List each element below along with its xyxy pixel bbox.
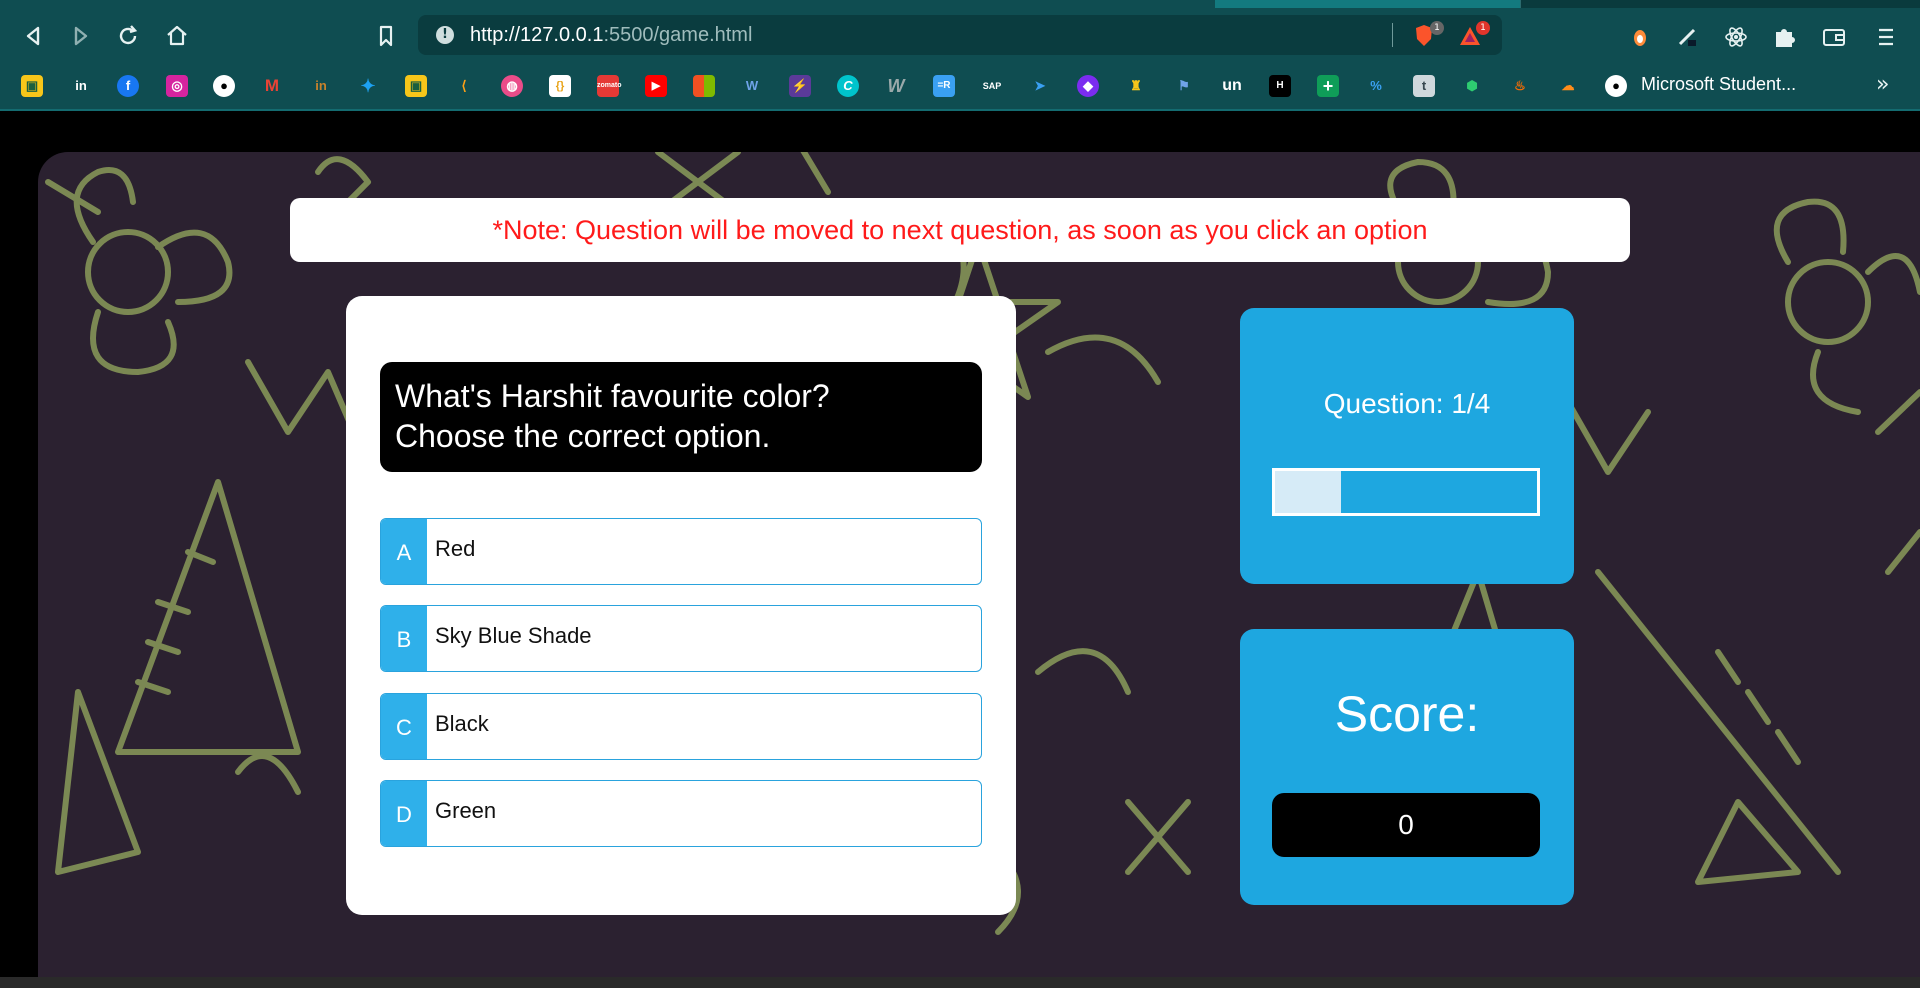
bookmark-plus-icon[interactable]: +	[1317, 75, 1339, 97]
bookmark-canva-icon[interactable]: C	[837, 75, 859, 97]
option-text: Red	[435, 536, 476, 561]
progress-bar	[1272, 468, 1540, 516]
bookmark-linkedin-learning-icon[interactable]: in	[310, 75, 332, 97]
note-banner: *Note: Question will be moved to next qu…	[290, 198, 1630, 262]
option-text: Green	[435, 798, 497, 823]
brave-rewards-count: 1	[1476, 21, 1490, 35]
option-d[interactable]: D Green	[380, 780, 982, 847]
option-prefix: D	[381, 781, 427, 846]
bookmarks-more-button[interactable]: »	[1876, 72, 1889, 97]
react-devtools-icon[interactable]	[1724, 26, 1748, 48]
url-divider	[1392, 23, 1393, 47]
bookmark-cloud-icon[interactable]: ☁	[1557, 75, 1579, 97]
wallet-icon[interactable]	[1822, 26, 1846, 48]
browser-tab[interactable]	[610, 0, 916, 8]
bookmark-unsplash-icon[interactable]: un	[1221, 75, 1243, 97]
browser-tab[interactable]	[915, 0, 1216, 8]
bookmark-facebook-icon[interactable]: f	[117, 75, 139, 97]
question-box: What's Harshit favourite color? Choose t…	[380, 362, 982, 472]
bookmark-youtube-icon[interactable]: ▶	[645, 75, 667, 97]
question-text-line2: Choose the correct option.	[395, 418, 771, 454]
bookmark-json-icon[interactable]: {}	[549, 75, 571, 97]
brave-rewards-icon[interactable]: 1	[1458, 21, 1490, 47]
taskbar-strip	[0, 977, 1920, 988]
question-progress-card: Question: 1/4	[1240, 308, 1574, 584]
bookmark-profile-icon[interactable]: ▣	[405, 75, 427, 97]
bookmark-icon[interactable]	[372, 22, 400, 50]
home-icon[interactable]	[163, 22, 191, 50]
bookmark-microsoft-icon[interactable]	[693, 75, 715, 97]
bookmark-pc-icon[interactable]: %	[1365, 75, 1387, 97]
bookmark-zomato-icon[interactable]: zomato	[597, 75, 622, 97]
address-bar[interactable]: ! http://127.0.0.1:5500/game.html 1 1	[418, 15, 1502, 55]
reload-icon[interactable]	[114, 22, 142, 50]
browser-tab[interactable]	[0, 0, 311, 8]
bookmark-github-student-icon[interactable]: ●	[1605, 75, 1627, 97]
bookmark-linkedin-icon[interactable]: in	[70, 75, 92, 97]
menu-icon[interactable]	[1874, 26, 1898, 48]
question-counter: Question: 1/4	[1323, 388, 1491, 419]
browser-toolbar: ! http://127.0.0.1:5500/game.html 1 1	[0, 8, 1920, 62]
brave-shield-icon[interactable]: 1	[1412, 21, 1444, 47]
bookmark-dribbble-icon[interactable]: ◍	[501, 75, 523, 97]
progress-bar-fill	[1275, 471, 1341, 513]
bookmark-contacts-icon[interactable]: ▣	[21, 75, 43, 97]
bookmark-box-icon[interactable]: ⬢	[1461, 75, 1483, 97]
extension-pen-icon[interactable]	[1676, 26, 1700, 48]
bookmark-t-icon[interactable]: t	[1413, 75, 1435, 97]
option-b[interactable]: B Sky Blue Shade	[380, 605, 982, 672]
bookmark-hashnode-icon[interactable]: H	[1269, 75, 1291, 97]
browser-tab[interactable]	[310, 0, 611, 8]
bookmark-bolt-icon[interactable]: ⚡	[789, 75, 811, 97]
bookmarks-bar: ▣ in f ◎ ● M in ✦ ▣ ⟨ ◍ {} zomato ▶ W ⚡ …	[0, 62, 1920, 111]
score-heading: Score:	[1334, 686, 1480, 742]
extensions-puzzle-icon[interactable]	[1772, 26, 1796, 48]
bookmark-instagram-icon[interactable]: ◎	[166, 75, 188, 97]
site-info-icon[interactable]: !	[436, 26, 454, 44]
bookmark-github-icon[interactable]: ●	[213, 75, 235, 97]
bookmark-flag-icon[interactable]: ⚑	[1173, 75, 1195, 97]
option-c[interactable]: C Black	[380, 693, 982, 760]
option-prefix: C	[381, 694, 427, 759]
question-text-line1: What's Harshit favourite color?	[395, 378, 830, 414]
bookmark-helmet-icon[interactable]: ♜	[1125, 75, 1147, 97]
option-prefix: B	[381, 606, 427, 671]
bookmark-label-microsoft-student[interactable]: Microsoft Student...	[1641, 74, 1796, 95]
bookmark-twitter-icon[interactable]: ✦	[357, 75, 379, 97]
brave-shield-count: 1	[1430, 21, 1444, 35]
bookmark-diamond-icon[interactable]: ◆	[1077, 75, 1099, 97]
browser-tab-active[interactable]	[1215, 0, 1521, 8]
bookmark-leetcode-icon[interactable]: ⟨	[453, 75, 475, 97]
tab-strip	[0, 0, 1920, 8]
browser-chrome: ! http://127.0.0.1:5500/game.html 1 1 ▣ …	[0, 0, 1920, 111]
score-value: 0	[1272, 793, 1540, 857]
bookmark-w3-icon[interactable]: W	[741, 75, 763, 97]
option-a[interactable]: A Red	[380, 518, 982, 585]
url-host: http://127.0.0.1	[470, 24, 604, 46]
option-text: Sky Blue Shade	[435, 623, 592, 648]
bookmark-bird-icon[interactable]: ➤	[1029, 75, 1051, 97]
option-prefix: A	[381, 519, 427, 584]
bookmark-sap-icon[interactable]: SAP	[981, 75, 1003, 97]
extension-orange-icon[interactable]	[1628, 26, 1652, 48]
score-card: Score: 0	[1240, 629, 1574, 905]
url-text[interactable]: http://127.0.0.1:5500/game.html	[470, 24, 752, 47]
bookmark-flame-icon[interactable]: ♨	[1509, 75, 1531, 97]
quiz-card: What's Harshit favourite color? Choose t…	[346, 296, 1016, 915]
url-path: :5500/game.html	[603, 24, 753, 46]
back-icon[interactable]	[20, 22, 48, 50]
bookmark-gmail-icon[interactable]: M	[261, 75, 283, 97]
option-text: Black	[435, 711, 489, 736]
bookmark-fr-icon[interactable]: =R	[933, 75, 955, 97]
forward-icon[interactable]	[66, 22, 94, 50]
bookmark-w-icon[interactable]: W	[885, 75, 907, 97]
